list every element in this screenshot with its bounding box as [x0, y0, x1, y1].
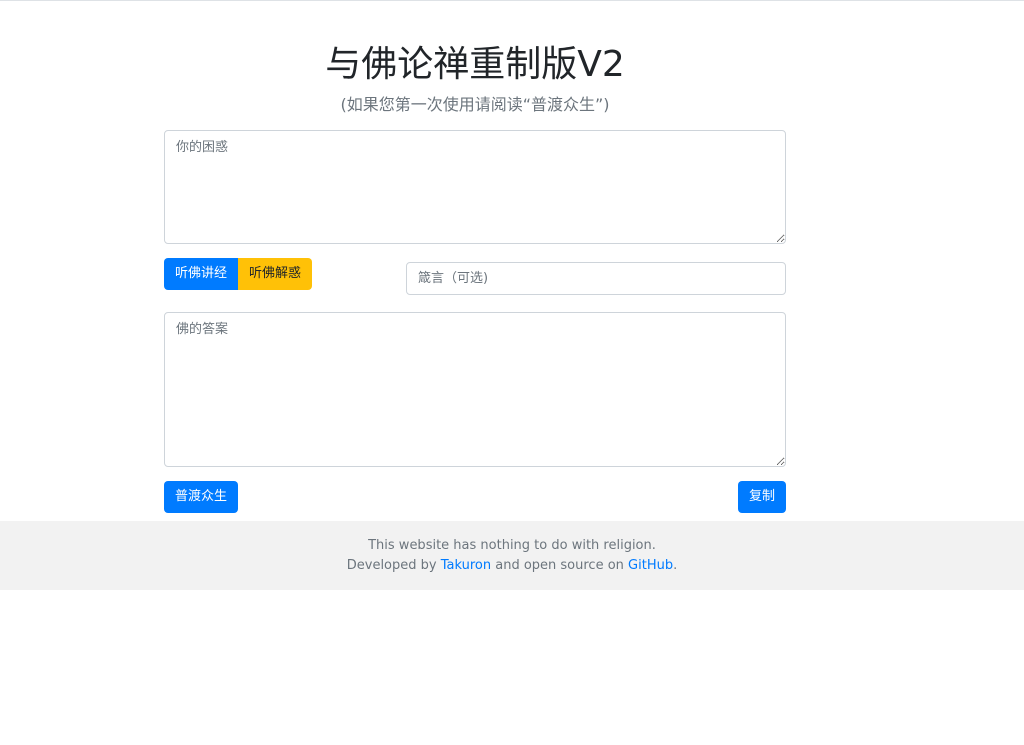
author-link[interactable]: Takuron — [441, 558, 491, 573]
answer-textarea[interactable] — [164, 312, 786, 467]
motto-input[interactable] — [406, 262, 786, 295]
footer-disclaimer: This website has nothing to do with reli… — [368, 538, 656, 553]
encode-button[interactable]: 听佛讲经 — [164, 258, 239, 290]
decode-button[interactable]: 听佛解惑 — [238, 258, 313, 290]
action-button-group: 听佛讲经 听佛解惑 — [164, 258, 313, 290]
footer-credits: Developed by Takuron and open source on … — [0, 556, 1024, 576]
help-button[interactable]: 普渡众生 — [164, 481, 239, 513]
footer-credits-middle: and open source on — [491, 558, 629, 573]
footer-credits-prefix: Developed by — [346, 558, 441, 573]
github-link[interactable]: GitHub — [628, 558, 673, 573]
copy-button[interactable]: 复制 — [737, 481, 786, 513]
page-subtitle: (如果您第一次使用请阅读“普渡众生”) — [340, 95, 610, 114]
top-divider — [0, 0, 1024, 1]
footer-credits-suffix: . — [673, 558, 678, 573]
page-title: 与佛论禅重制版V2 — [325, 44, 625, 85]
question-textarea[interactable] — [164, 130, 786, 244]
footer: This website has nothing to do with reli… — [0, 521, 1024, 590]
